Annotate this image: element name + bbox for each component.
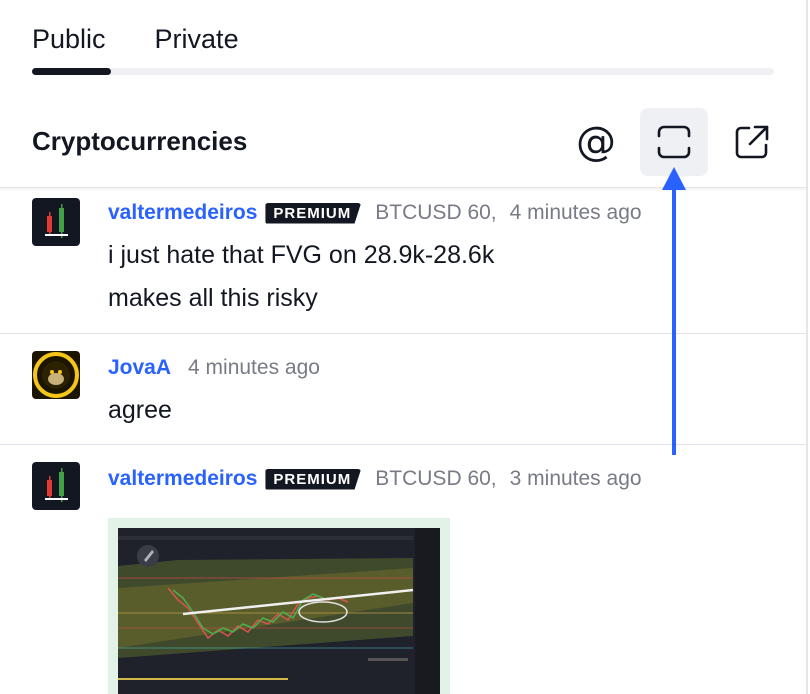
message-line: makes all this risky: [108, 284, 318, 312]
timestamp: 4 minutes ago: [188, 356, 320, 379]
username-link[interactable]: valtermedeiros: [108, 467, 257, 491]
chart-snapshot[interactable]: [108, 518, 450, 694]
avatar[interactable]: [32, 198, 80, 246]
username-link[interactable]: JovaA: [108, 356, 171, 380]
message-header: valtermedeiros PREMIUM BTCUSD 60, 4 minu…: [108, 201, 642, 225]
message-header: JovaA 4 minutes ago: [108, 356, 320, 380]
tab-public[interactable]: Public: [32, 22, 106, 56]
message-header: valtermedeiros PREMIUM BTCUSD 60, 3 minu…: [108, 467, 642, 491]
avatar[interactable]: [32, 351, 80, 399]
popout-icon: [735, 125, 769, 159]
candles-avatar-icon: [45, 204, 68, 238]
fullscreen-button[interactable]: [640, 108, 708, 176]
chat-tabs: Public Private: [32, 22, 239, 56]
mention-button[interactable]: @: [562, 108, 630, 176]
chat-message: valtermedeiros PREMIUM BTCUSD 60, 4 minu…: [0, 189, 806, 334]
panel-right-border: [806, 0, 808, 694]
fullscreen-icon: [657, 125, 691, 159]
timestamp: 3 minutes ago: [509, 467, 642, 490]
message-line: i just hate that FVG on 28.9k-28.6k: [108, 241, 495, 269]
gorilla-avatar-icon: [33, 352, 79, 398]
username-link[interactable]: valtermedeiros: [108, 201, 257, 225]
message-text: agree: [108, 389, 172, 432]
chart-snapshot-image: [118, 528, 440, 694]
chat-message: JovaA 4 minutes ago agree: [0, 334, 806, 445]
at-icon: @: [576, 119, 616, 165]
premium-badge: PREMIUM: [265, 468, 362, 490]
tab-private[interactable]: Private: [155, 22, 239, 56]
premium-badge: PREMIUM: [265, 202, 362, 224]
chat-header: Cryptocurrencies @: [0, 96, 806, 188]
message-line: agree: [108, 396, 172, 424]
active-tab-indicator: [32, 68, 111, 75]
chart-thumbnail-graphic: [118, 528, 440, 694]
symbol-link[interactable]: BTCUSD 60,: [375, 201, 496, 225]
symbol-link[interactable]: BTCUSD 60,: [375, 467, 496, 491]
message-text: i just hate that FVG on 28.9k-28.6k make…: [108, 234, 494, 320]
room-title: Cryptocurrencies: [32, 126, 248, 156]
timestamp: 4 minutes ago: [509, 201, 642, 224]
candles-avatar-icon: [45, 468, 68, 502]
popout-button[interactable]: [718, 108, 786, 176]
tab-track: [32, 68, 774, 75]
avatar[interactable]: [32, 462, 80, 510]
